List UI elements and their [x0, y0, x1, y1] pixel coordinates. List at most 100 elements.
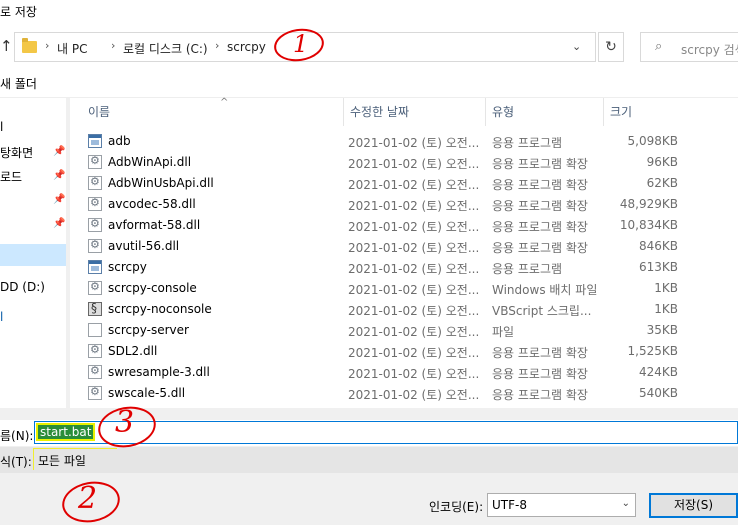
file-name: AdbWinApi.dll	[108, 155, 192, 169]
file-name: avutil-56.dll	[108, 239, 180, 253]
file-size: 846KB	[638, 239, 678, 253]
column-header-type-label: 유형	[492, 105, 515, 119]
file-size: 62KB	[646, 176, 678, 190]
window-title: 로 저장	[0, 5, 37, 19]
breadcrumb-this-pc[interactable]: 내 PC	[57, 40, 87, 57]
file-date: 2021-01-02 (토) 오전...	[348, 136, 480, 150]
filename-label: 름(N):	[0, 429, 34, 443]
column-header-date[interactable]: 수정한 날짜	[344, 98, 486, 126]
file-name: adb	[108, 134, 131, 148]
dll-icon	[88, 385, 102, 400]
filetype-select[interactable]: 모든 파일	[34, 449, 738, 471]
column-header-size[interactable]: 크기	[604, 98, 684, 126]
annotation-number-1: 1	[293, 30, 309, 58]
file-date: 2021-01-02 (토) 오전...	[348, 241, 480, 255]
window-titlebar: 로 저장	[0, 0, 738, 28]
table-row[interactable]: avcodec-58.dll 2021-01-02 (토) 오전... 응용 프로그…	[88, 194, 678, 215]
sort-up-icon: ^	[220, 97, 229, 108]
table-row[interactable]: scrcpy-server 2021-01-02 (토) 오전... 파일 35KB	[88, 320, 678, 341]
dll-icon	[88, 175, 102, 190]
file-type: Windows 배치 파일	[492, 283, 598, 297]
annotation-number-2: 2	[78, 481, 98, 516]
file-date: 2021-01-02 (토) 오전...	[348, 199, 480, 213]
file-size: 1,525KB	[627, 344, 678, 358]
search-icon: ⌕	[655, 39, 663, 54]
toolbar: 새 폴더	[0, 66, 738, 98]
table-row[interactable]: avformat-58.dll 2021-01-02 (토) 오전... 응용 프로…	[88, 215, 678, 236]
column-header-name[interactable]: 이름 ^	[82, 97, 344, 126]
dll-icon	[88, 343, 102, 358]
file-type: 응용 프로그램 확장	[492, 388, 588, 402]
file-name: scrcpy-noconsole	[108, 302, 212, 316]
encoding-select[interactable]: UTF-8 ⌄	[487, 493, 636, 517]
file-type: 응용 프로그램 확장	[492, 220, 588, 234]
file-name: swresample-3.dll	[108, 365, 210, 379]
file-type: 응용 프로그램 확장	[492, 367, 588, 381]
dll-icon	[88, 364, 102, 379]
file-size: 35KB	[646, 323, 678, 337]
pin-icon: 📌	[53, 146, 66, 157]
nav-item-quick-access[interactable]: l	[0, 120, 3, 134]
encoding-value: UTF-8	[492, 498, 527, 512]
breadcrumb-local-disk[interactable]: 로컬 디스크 (C:)	[123, 40, 208, 57]
up-arrow-icon[interactable]: ↑	[0, 37, 13, 55]
table-row[interactable]: scrcpy-noconsole 2021-01-02 (토) 오전... VBSc…	[88, 299, 678, 320]
address-row: ↑ › 내 PC › 로컬 디스크 (C:) › scrcpy ⌄ ↻ ⌕ sc…	[0, 28, 738, 66]
pin-icon: 📌	[53, 170, 66, 181]
file-date: 2021-01-02 (토) 오전...	[348, 262, 480, 276]
table-row[interactable]: scrcpy-console 2021-01-02 (토) 오전... Window…	[88, 278, 678, 299]
file-icon	[88, 323, 102, 337]
file-date: 2021-01-02 (토) 오전...	[348, 388, 480, 402]
refresh-button[interactable]: ↻	[598, 32, 624, 62]
filename-value: start.bat	[35, 423, 96, 441]
file-date: 2021-01-02 (토) 오전...	[348, 283, 480, 297]
encoding-label: 인코딩(E):	[429, 500, 484, 514]
file-size: 613KB	[638, 260, 678, 274]
search-input[interactable]: ⌕ scrcpy 검색	[640, 32, 738, 62]
vbs-icon	[88, 301, 102, 316]
table-row[interactable]: scrcpy 2021-01-02 (토) 오전... 응용 프로그램 613KB	[88, 257, 678, 278]
nav-item-downloads[interactable]: 로드	[0, 168, 22, 185]
file-type: 응용 프로그램	[492, 262, 563, 276]
column-header-type[interactable]: 유형	[486, 98, 604, 126]
new-folder-button[interactable]: 새 폴더	[0, 75, 37, 92]
breadcrumb-scrcpy[interactable]: scrcpy	[227, 40, 266, 54]
table-row[interactable]: swresample-3.dll 2021-01-02 (토) 오전... 응용 프…	[88, 362, 678, 383]
file-name: avformat-58.dll	[108, 218, 201, 232]
file-name: scrcpy-console	[108, 281, 197, 295]
file-size: 10,834KB	[619, 218, 678, 232]
file-type: 파일	[492, 325, 515, 339]
column-header-size-label: 크기	[610, 105, 633, 119]
file-name: SDL2.dll	[108, 344, 158, 358]
file-name: swscale-5.dll	[108, 386, 186, 400]
search-placeholder: scrcpy 검색	[681, 43, 738, 57]
file-size: 424KB	[638, 365, 678, 379]
save-button[interactable]: 저장(S)	[649, 493, 738, 518]
column-header-name-label: 이름	[88, 105, 111, 119]
table-row[interactable]: AdbWinApi.dll 2021-01-02 (토) 오전... 응용 프로그램…	[88, 152, 678, 173]
file-date: 2021-01-02 (토) 오전...	[348, 178, 480, 192]
nav-item-network[interactable]: l	[0, 310, 3, 324]
breadcrumb-separator: ›	[111, 39, 116, 52]
file-date: 2021-01-02 (토) 오전...	[348, 157, 480, 171]
table-row[interactable]: SDL2.dll 2021-01-02 (토) 오전... 응용 프로그램 확장 1,…	[88, 341, 678, 362]
table-row[interactable]: avutil-56.dll 2021-01-02 (토) 오전... 응용 프로그램…	[88, 236, 678, 257]
file-name: scrcpy-server	[108, 323, 189, 337]
file-type: 응용 프로그램 확장	[492, 346, 588, 360]
chevron-down-icon[interactable]: ⌄	[572, 40, 581, 53]
nav-item-desktop[interactable]: 탕화면	[0, 144, 33, 161]
table-row[interactable]: adb 2021-01-02 (토) 오전... 응용 프로그램 5,098KB	[88, 131, 678, 152]
nav-item-drive-d[interactable]: DD (D:)	[0, 280, 45, 294]
navigation-pane: l 탕화면 📌 로드 📌 📌 📌 DD (D:) l	[0, 98, 66, 408]
table-row[interactable]: swscale-5.dll 2021-01-02 (토) 오전... 응용 프로그램…	[88, 383, 678, 404]
file-type: 응용 프로그램 확장	[492, 199, 588, 213]
app-icon	[88, 260, 102, 274]
table-row[interactable]: AdbWinUsbApi.dll 2021-01-02 (토) 오전... 응용 프…	[88, 173, 678, 194]
filetype-value: 모든 파일	[38, 454, 86, 468]
filetype-row: 식(T): 모든 파일	[0, 447, 738, 473]
file-name: AdbWinUsbApi.dll	[108, 176, 214, 190]
breadcrumb-separator: ›	[45, 39, 50, 52]
file-size: 540KB	[638, 386, 678, 400]
folder-icon	[22, 38, 37, 53]
app-icon	[88, 134, 102, 148]
